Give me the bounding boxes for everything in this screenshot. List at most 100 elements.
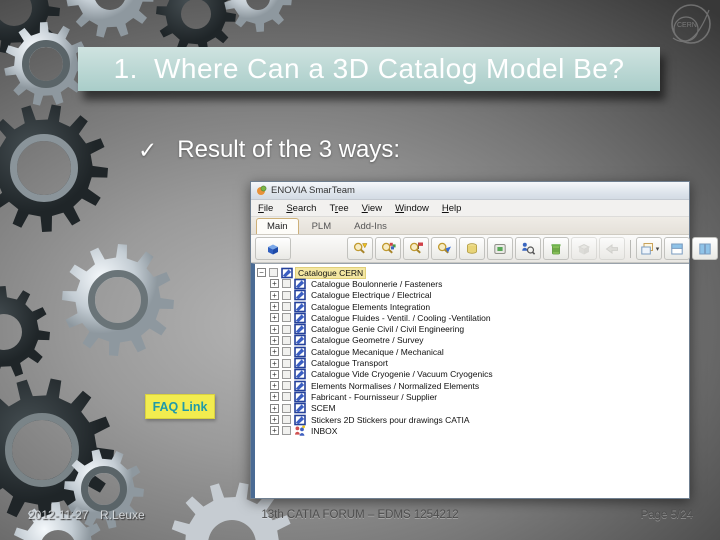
tab-main[interactable]: Main <box>256 218 299 234</box>
tree-checkbox[interactable] <box>282 403 291 413</box>
tree-checkbox[interactable] <box>282 347 291 357</box>
tree-item-label[interactable]: Catalogue Fluides - Ventil. / Cooling -V… <box>309 313 493 323</box>
tree-item[interactable]: + Stickers 2D Stickers pour drawings CATI… <box>257 414 687 425</box>
expand-toggle-icon[interactable]: + <box>270 279 279 289</box>
tree-checkbox[interactable] <box>282 290 291 300</box>
tree-checkbox[interactable] <box>282 279 291 289</box>
database-icon[interactable] <box>459 237 485 260</box>
tree-item-label[interactable]: SCEM <box>309 403 338 413</box>
tree-item[interactable]: − Catalogue CERN <box>257 266 687 279</box>
tree-item[interactable]: + Catalogue Elements Integration <box>257 301 687 312</box>
find-user-icon[interactable] <box>515 237 541 260</box>
slide-title-text: Where Can a 3D Catalog Model Be? <box>153 53 625 84</box>
expand-toggle-icon[interactable]: + <box>270 290 279 300</box>
viewer-icon[interactable] <box>487 237 513 260</box>
menu-item-window[interactable]: Window <box>395 203 429 214</box>
footer-event: 13th CATIA FORUM – EDMS 1254212 <box>261 509 459 521</box>
menu-item-view[interactable]: View <box>362 203 382 214</box>
window-titlebar[interactable]: ENOVIA SmarTeam <box>251 182 689 200</box>
expand-toggle-icon[interactable]: + <box>270 335 279 345</box>
menu-item-file[interactable]: File <box>258 203 273 214</box>
tree-item-label[interactable]: Catalogue Geometre / Survey <box>309 335 425 345</box>
tree-checkbox[interactable] <box>269 268 278 278</box>
tree-checkbox[interactable] <box>282 302 291 312</box>
menu-item-search[interactable]: Search <box>286 203 316 214</box>
tile-vertical-icon[interactable] <box>692 237 718 260</box>
tree-item-label[interactable]: Catalogue Elements Integration <box>309 302 432 312</box>
expand-toggle-icon[interactable]: + <box>270 381 279 391</box>
slide-title-number: 1. <box>113 53 138 84</box>
expand-toggle-icon[interactable]: + <box>270 426 279 436</box>
catalog-icon <box>294 380 306 391</box>
expand-toggle-icon[interactable]: + <box>270 313 279 323</box>
expand-toggle-icon[interactable]: + <box>270 302 279 312</box>
expand-toggle-icon[interactable]: + <box>270 347 279 357</box>
chevron-down-icon[interactable]: ▾ <box>656 245 660 253</box>
menu-item-tree[interactable]: Tree <box>329 203 348 214</box>
tree-item-label[interactable]: Catalogue Boulonnerie / Fasteners <box>309 279 444 289</box>
catalog-icon <box>294 301 306 312</box>
tree-checkbox[interactable] <box>282 415 291 424</box>
tree-item-label[interactable]: Catalogue Genie Civil / Civil Engineerin… <box>309 324 466 334</box>
tree-checkbox[interactable] <box>282 392 291 402</box>
tree-checkbox[interactable] <box>282 426 291 436</box>
tree-checkbox[interactable] <box>282 335 291 345</box>
tree-item-label[interactable]: Elements Normalises / Normalized Element… <box>309 381 481 391</box>
expand-toggle-icon[interactable]: + <box>270 392 279 402</box>
cern-logo-text: CERN <box>677 22 697 29</box>
tree-item-label[interactable]: Stickers 2D Stickers pour drawings CATIA <box>309 415 472 425</box>
toolbar: ▾ <box>251 235 718 263</box>
tree-item[interactable]: + Catalogue Electrique / Electrical <box>257 289 687 301</box>
collapse-toggle-icon[interactable]: − <box>257 268 266 278</box>
tree-checkbox[interactable] <box>282 381 291 391</box>
expand-toggle-icon[interactable]: + <box>270 403 279 413</box>
catalog-icon <box>294 414 306 425</box>
tab-plm[interactable]: PLM <box>302 219 342 234</box>
inbox-icon <box>295 425 305 436</box>
search-view-icon[interactable] <box>347 237 373 260</box>
search-objects-icon[interactable] <box>375 237 401 260</box>
tree-item-label[interactable]: INBOX <box>309 426 339 436</box>
search-go-icon[interactable] <box>431 237 457 260</box>
tree-item[interactable]: + Catalogue Mecanique / Mechanical <box>257 346 687 358</box>
tree-checkbox[interactable] <box>282 358 291 368</box>
footer-date: 2012-11-27 <box>28 508 89 522</box>
toolbar-separator <box>630 239 631 258</box>
tree-item-label[interactable]: Catalogue Mecanique / Mechanical <box>309 347 446 357</box>
tree-checkbox[interactable] <box>282 369 291 379</box>
tree-item[interactable]: + Catalogue Fluides - Ventil. / Cooling -… <box>257 312 687 324</box>
tree-item-label[interactable]: Catalogue CERN <box>294 266 367 279</box>
tree-item[interactable]: + Catalogue Transport <box>257 357 687 369</box>
tree-item-label[interactable]: Catalogue Transport <box>309 358 390 368</box>
tree-item[interactable]: + Catalogue Vide Cryogenie / Vacuum Cryog… <box>257 369 687 380</box>
expand-toggle-icon[interactable]: + <box>270 358 279 368</box>
catalog-icon <box>294 369 306 380</box>
tree-item[interactable]: + INBOX <box>257 425 687 436</box>
tree-item[interactable]: + Catalogue Boulonnerie / Fasteners <box>257 278 687 290</box>
menu-item-help[interactable]: Help <box>442 203 462 214</box>
faq-link[interactable]: FAQ Link <box>145 394 215 419</box>
catalog-icon <box>294 335 306 346</box>
expand-toggle-icon[interactable]: + <box>270 369 279 379</box>
new-item-icon[interactable] <box>543 237 569 260</box>
tab-add-ins[interactable]: Add-Ins <box>344 219 397 234</box>
search-flag-icon[interactable] <box>403 237 429 260</box>
tree-item[interactable]: + SCEM <box>257 402 687 414</box>
enovia-smarteam-window: ENOVIA SmarTeam File Search Tree View Window… <box>250 181 718 499</box>
tree-item-label[interactable]: Catalogue Electrique / Electrical <box>309 290 433 300</box>
cascade-windows-icon[interactable]: ▾ <box>636 237 662 260</box>
parts-cube-icon[interactable] <box>255 237 291 260</box>
catalog-icon <box>294 346 306 358</box>
catalog-icon <box>281 267 293 278</box>
tree-item-label[interactable]: Catalogue Vide Cryogenie / Vacuum Cryoge… <box>309 369 495 379</box>
tree-item-label[interactable]: Fabricant - Fournisseur / Supplier <box>309 392 439 402</box>
tree-item[interactable]: + Catalogue Geometre / Survey <box>257 335 687 346</box>
tree-checkbox[interactable] <box>282 324 291 334</box>
tree-item[interactable]: + Elements Normalises / Normalized Elemen… <box>257 380 687 391</box>
tree-item[interactable]: + Fabricant - Fournisseur / Supplier <box>257 391 687 403</box>
tree-checkbox[interactable] <box>282 313 291 323</box>
tile-horizontal-icon[interactable] <box>664 237 690 260</box>
tree-item[interactable]: + Catalogue Genie Civil / Civil Engineeri… <box>257 323 687 335</box>
expand-toggle-icon[interactable]: + <box>270 324 279 334</box>
expand-toggle-icon[interactable]: + <box>270 415 279 424</box>
